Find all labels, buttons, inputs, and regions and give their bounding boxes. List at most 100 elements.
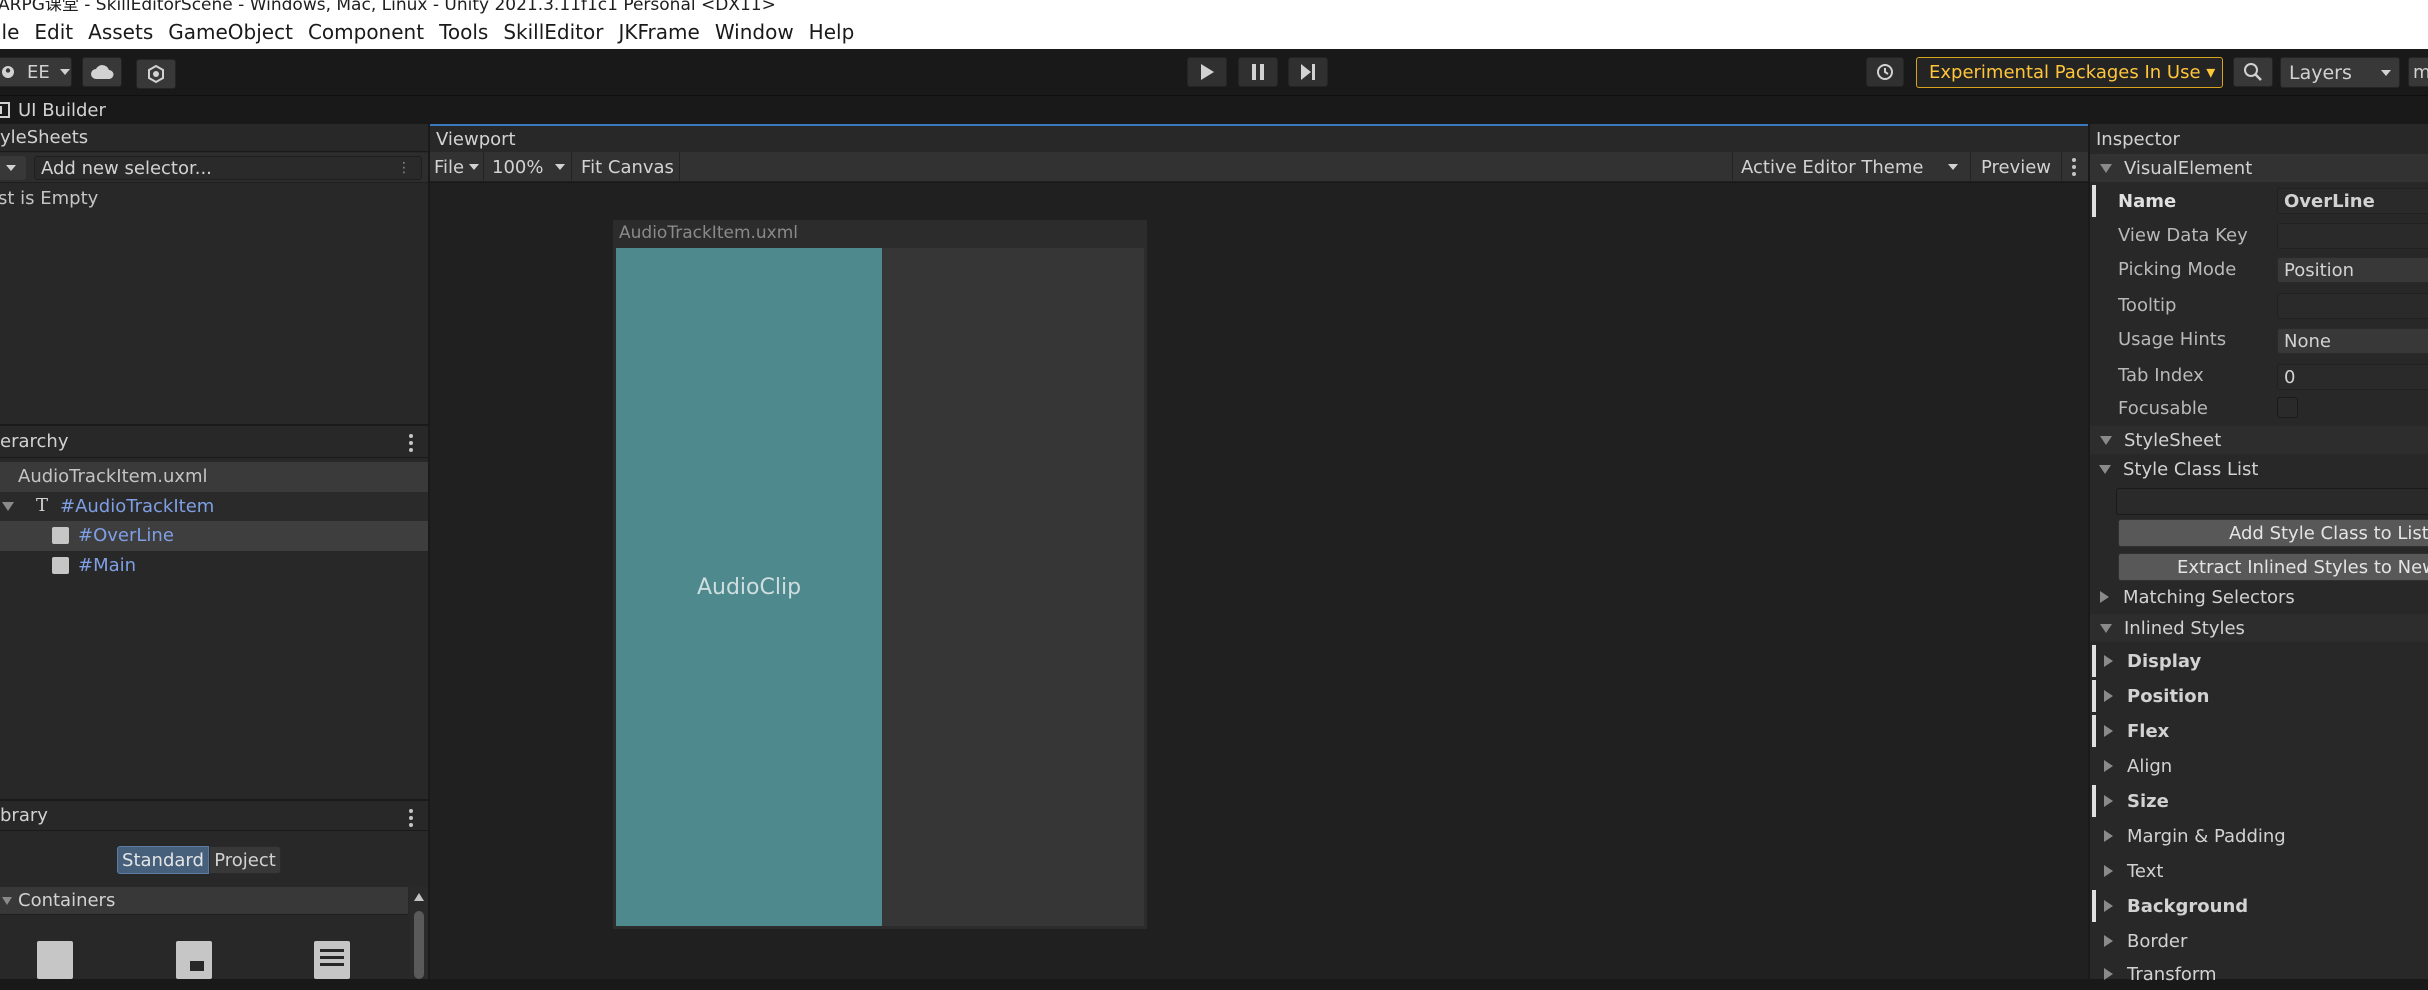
menu-edit[interactable]: Edit xyxy=(34,20,73,44)
containers-section[interactable]: Containers xyxy=(0,887,408,915)
matching-selectors-foldout[interactable]: Matching Selectors xyxy=(2092,581,2428,613)
theme-label: Active Editor Theme xyxy=(1741,156,1924,178)
style-position-foldout[interactable]: Position xyxy=(2092,680,2428,712)
collab-button[interactable] xyxy=(136,59,176,89)
tab-index-value: 0 xyxy=(2284,366,2296,388)
library-menu-icon[interactable] xyxy=(409,809,413,827)
account-label: EE xyxy=(27,61,50,83)
menu-file[interactable]: ile xyxy=(0,20,19,44)
style-class-input[interactable] xyxy=(2116,488,2428,515)
style-class-list-foldout[interactable]: Style Class List xyxy=(2092,454,2428,484)
style-border-foldout[interactable]: Border xyxy=(2092,925,2428,957)
overline-element[interactable]: AudioClip xyxy=(616,248,882,926)
hierarchy-item-label: #Main xyxy=(78,555,137,576)
add-stylesheet-dropdown[interactable] xyxy=(0,156,26,180)
scroll-up-icon xyxy=(414,893,424,901)
selector-placeholder: Add new selector... xyxy=(41,157,212,179)
stylesheets-header: yleSheets xyxy=(0,124,428,152)
hierarchy-item-main[interactable]: #Main xyxy=(0,551,428,581)
menu-assets[interactable]: Assets xyxy=(88,20,153,44)
text-element-icon: T xyxy=(36,495,49,516)
search-button[interactable] xyxy=(2233,57,2273,87)
style-background-foldout[interactable]: Background xyxy=(2092,890,2428,922)
experimental-packages-badge[interactable]: Experimental Packages In Use ▾ xyxy=(1916,57,2223,88)
layers-dropdown[interactable]: Layers xyxy=(2280,57,2400,88)
element-icon xyxy=(52,557,69,574)
tooltip-field[interactable] xyxy=(2277,293,2428,319)
viewport-header: Viewport xyxy=(430,126,2088,152)
account-dropdown[interactable]: EE xyxy=(0,57,72,87)
name-field[interactable]: OverLine xyxy=(2277,188,2428,214)
zoom-dropdown[interactable]: 100% xyxy=(486,152,572,182)
chevron-down-icon xyxy=(555,164,565,170)
menu-tools[interactable]: Tools xyxy=(439,20,488,44)
style-align-foldout[interactable]: Align xyxy=(2092,750,2428,782)
focusable-label: Focusable xyxy=(2118,398,2208,419)
stylesheet-header: StyleSheet xyxy=(2124,429,2222,451)
menu-gameobject[interactable]: GameObject xyxy=(168,20,293,44)
visual-element-foldout[interactable]: VisualElement xyxy=(2090,154,2428,182)
style-display-label: Display xyxy=(2127,650,2202,672)
hierarchy-root-row[interactable]: AudioTrackItem.uxml xyxy=(0,462,428,492)
tab-index-field[interactable]: 0 xyxy=(2277,364,2428,390)
file-menu[interactable]: File xyxy=(430,152,484,182)
library-tab-project-label: Project xyxy=(214,849,276,871)
style-flex-foldout[interactable]: Flex xyxy=(2092,715,2428,747)
theme-dropdown[interactable]: Active Editor Theme xyxy=(1732,152,1968,182)
stylesheets-empty-text: st is Empty xyxy=(0,188,99,209)
menu-skilleditor[interactable]: SkillEditor xyxy=(503,20,603,44)
library-tab-standard[interactable]: Standard xyxy=(117,846,209,874)
style-size-foldout[interactable]: Size xyxy=(2092,785,2428,817)
visual-element-icon[interactable] xyxy=(37,941,73,979)
preview-button[interactable]: Preview xyxy=(1970,152,2062,182)
tooltip-label: Tooltip xyxy=(2118,295,2177,316)
style-margin-padding-foldout[interactable]: Margin & Padding xyxy=(2092,820,2428,852)
inspector-header: Inspector xyxy=(2090,126,2428,152)
hierarchy-menu-icon[interactable] xyxy=(409,434,413,452)
inlined-styles-foldout[interactable]: Inlined Styles xyxy=(2090,614,2428,642)
menu-help[interactable]: Help xyxy=(809,20,855,44)
main-toolbar: EE Experimental Packages In Use ▾ Layers… xyxy=(0,49,2428,96)
style-display-foldout[interactable]: Display xyxy=(2092,645,2428,677)
menu-jkframe[interactable]: JKFrame xyxy=(618,20,699,44)
add-style-class-button[interactable]: Add Style Class to List xyxy=(2118,519,2428,547)
stylesheets-toolbar: Add new selector... ⋮ xyxy=(0,153,428,183)
scroll-view-icon[interactable] xyxy=(176,941,212,979)
cloud-button[interactable] xyxy=(82,57,122,87)
picking-mode-dropdown[interactable]: Position xyxy=(2277,257,2428,283)
fit-canvas-button[interactable]: Fit Canvas xyxy=(576,152,680,182)
visual-element-header: VisualElement xyxy=(2124,157,2253,179)
menu-window[interactable]: Window xyxy=(715,20,794,44)
tab-ui-builder[interactable]: UI Builder xyxy=(0,96,146,124)
element-icon xyxy=(52,527,69,544)
inlined-styles-label: Inlined Styles xyxy=(2124,617,2245,639)
step-button[interactable] xyxy=(1288,57,1328,87)
selector-input[interactable]: Add new selector... ⋮ xyxy=(34,156,422,180)
play-button[interactable] xyxy=(1187,57,1227,87)
name-value: OverLine xyxy=(2284,190,2375,212)
hierarchy-item-audiotrackitem[interactable]: T #AudioTrackItem xyxy=(0,492,428,522)
layout-dropdown[interactable]: m xyxy=(2408,57,2428,87)
style-text-foldout[interactable]: Text xyxy=(2092,855,2428,887)
usage-hints-label: Usage Hints xyxy=(2118,329,2227,350)
viewport-menu-icon[interactable] xyxy=(2072,158,2076,176)
style-size-label: Size xyxy=(2127,790,2169,812)
list-view-icon[interactable] xyxy=(314,941,350,979)
focusable-checkbox[interactable] xyxy=(2277,397,2298,418)
scrollbar-thumb[interactable] xyxy=(414,911,424,979)
stylesheet-foldout[interactable]: StyleSheet xyxy=(2090,426,2428,454)
view-data-key-field[interactable] xyxy=(2277,223,2428,249)
library-scrollbar[interactable] xyxy=(410,887,428,979)
chevron-down-icon xyxy=(59,69,70,75)
hierarchy-item-overline[interactable]: #OverLine xyxy=(0,521,428,551)
hierarchy-root-label: AudioTrackItem.uxml xyxy=(18,466,208,487)
extract-inlined-styles-button[interactable]: Extract Inlined Styles to New C xyxy=(2118,553,2428,581)
window-title-bar: ARPG课堂 - SkillEditorScene - Windows, Mac… xyxy=(0,0,2428,14)
style-transform-foldout[interactable]: Transform xyxy=(2092,958,2428,990)
history-button[interactable] xyxy=(1866,57,1904,87)
library-tab-project[interactable]: Project xyxy=(209,846,281,874)
menu-component[interactable]: Component xyxy=(308,20,424,44)
cloud-icon xyxy=(91,65,114,79)
pause-button[interactable] xyxy=(1238,57,1278,87)
usage-hints-dropdown[interactable]: None xyxy=(2277,328,2428,354)
